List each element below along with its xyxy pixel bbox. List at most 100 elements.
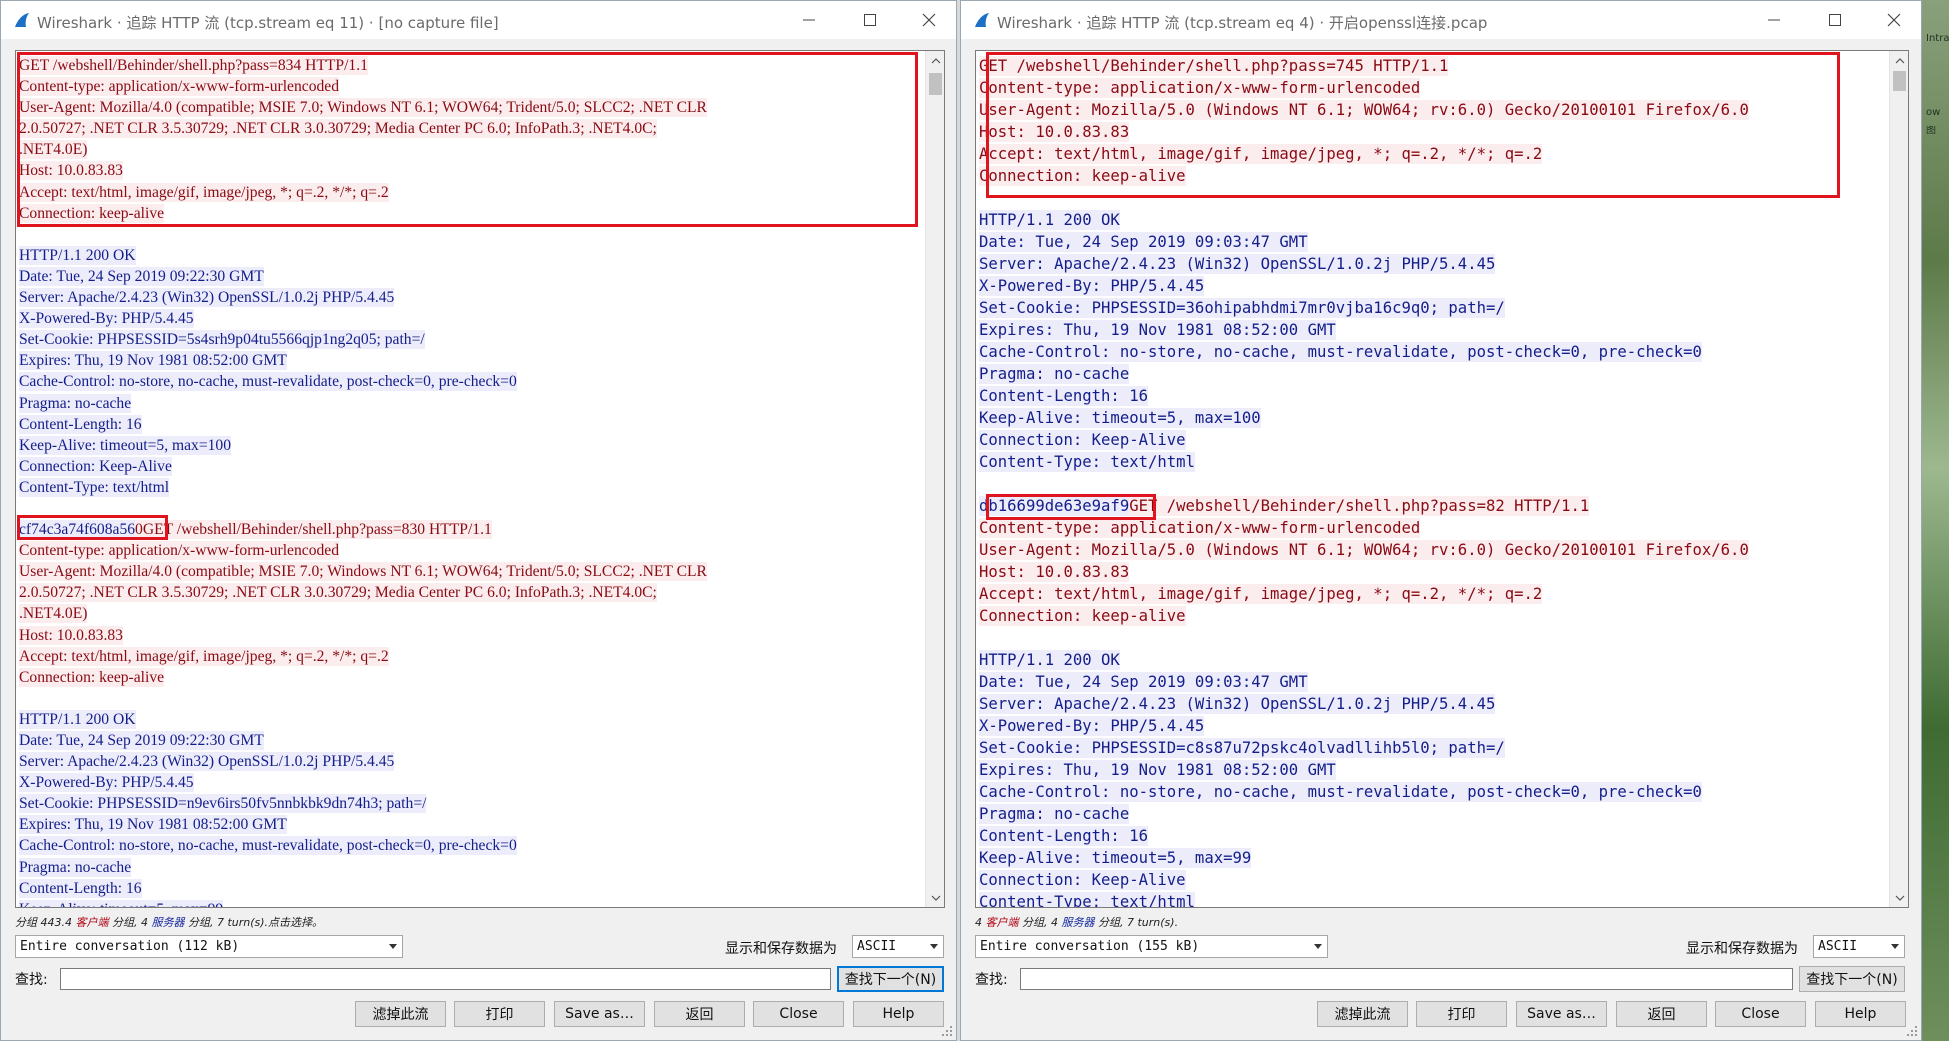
find-input[interactable] bbox=[1020, 968, 1793, 990]
scroll-thumb[interactable] bbox=[1893, 71, 1906, 91]
line-text: Connection: keep-alive bbox=[19, 203, 165, 223]
filter-out-button[interactable]: 滤掉此流 bbox=[1317, 1001, 1408, 1027]
line-text: HTTP/1.1 200 OK bbox=[19, 709, 136, 729]
client-line: Content-type: application/x-www-form-url… bbox=[19, 76, 922, 97]
filter-out-button[interactable]: 滤掉此流 bbox=[355, 1001, 446, 1027]
client-line: Accept: text/html, image/gif, image/jpeg… bbox=[979, 583, 1886, 605]
server-line: HTTP/1.1 200 OK bbox=[979, 649, 1886, 671]
server-line: Keep-Alive: timeout=5, max=100 bbox=[979, 407, 1886, 429]
client-line: User-Agent: Mozilla/5.0 (Windows NT 6.1;… bbox=[979, 99, 1886, 121]
line-text: Content-type: application/x-www-form-url… bbox=[19, 541, 340, 561]
server-line: Set-Cookie: PHPSESSID=36ohipabhdmi7mr0vj… bbox=[979, 297, 1886, 319]
close-icon bbox=[1887, 13, 1901, 27]
print-button[interactable]: 打印 bbox=[1416, 1001, 1507, 1027]
line-text: User-Agent: Mozilla/5.0 (Windows NT 6.1;… bbox=[979, 100, 1749, 120]
line-text: HTTP/1.1 200 OK bbox=[19, 245, 136, 265]
server-line: Content-Type: text/html bbox=[979, 451, 1886, 473]
close-button[interactable]: Close bbox=[1715, 1001, 1806, 1027]
server-line: Content-Type: text/html bbox=[19, 477, 922, 498]
minimize-button[interactable] bbox=[786, 1, 832, 39]
server-line: Set-Cookie: PHPSESSID=n9ev6irs50fv5nnbkb… bbox=[19, 793, 922, 814]
line-text: Pragma: no-cache bbox=[19, 857, 132, 877]
help-button[interactable]: Help bbox=[1815, 1001, 1906, 1027]
server-line: Set-Cookie: PHPSESSID=c8s87u72pskc4olvad… bbox=[979, 737, 1886, 759]
save-as-button[interactable]: Save as… bbox=[554, 1001, 645, 1027]
server-line: Content-Type: text/html bbox=[979, 891, 1886, 907]
client-line: Connection: keep-alive bbox=[979, 165, 1886, 187]
line-text: Accept: text/html, image/gif, image/jpeg… bbox=[979, 144, 1543, 164]
scroll-down-button[interactable] bbox=[926, 888, 944, 907]
maximize-icon bbox=[864, 14, 876, 26]
scroll-up-button[interactable] bbox=[1890, 51, 1908, 70]
server-data-fragment: db16699de63e9af9 bbox=[979, 496, 1130, 516]
server-line: Set-Cookie: PHPSESSID=5s4srh9p04tu5566qj… bbox=[19, 329, 922, 350]
line-text: Pragma: no-cache bbox=[19, 393, 132, 413]
line-text: Cache-Control: no-store, no-cache, must-… bbox=[979, 342, 1702, 362]
title-bar[interactable]: Wireshark · 追踪 HTTP 流 (tcp.stream eq 11)… bbox=[1, 1, 956, 39]
line-text: Expires: Thu, 19 Nov 1981 08:52:00 GMT bbox=[19, 351, 287, 371]
line-text: Cache-Control: no-store, no-cache, must-… bbox=[19, 836, 517, 856]
line-text: Connection: Keep-Alive bbox=[979, 870, 1186, 890]
client-line: Content-type: application/x-www-form-url… bbox=[979, 77, 1886, 99]
client-line: Host: 10.0.83.83 bbox=[19, 625, 922, 646]
server-line: X-Powered-By: PHP/5.4.45 bbox=[979, 715, 1886, 737]
server-line: Cache-Control: no-store, no-cache, must-… bbox=[979, 781, 1886, 803]
line-text: Server: Apache/2.4.23 (Win32) OpenSSL/1.… bbox=[19, 288, 395, 308]
scroll-down-button[interactable] bbox=[1890, 888, 1908, 907]
stream-content-area[interactable]: GET /webshell/Behinder/shell.php?pass=83… bbox=[15, 50, 945, 908]
line-text: Pragma: no-cache bbox=[979, 364, 1130, 384]
back-button[interactable]: 返回 bbox=[1616, 1001, 1707, 1027]
stream-lines: GET /webshell/Behinder/shell.php?pass=74… bbox=[979, 55, 1886, 907]
server-line: Connection: Keep-Alive bbox=[19, 456, 922, 477]
back-button[interactable]: 返回 bbox=[654, 1001, 745, 1027]
client-line: Connection: keep-alive bbox=[979, 605, 1886, 627]
vertical-scrollbar[interactable] bbox=[1889, 51, 1908, 907]
client-line: Accept: text/html, image/gif, image/jpeg… bbox=[19, 646, 922, 667]
maximize-button[interactable] bbox=[847, 1, 893, 39]
encoding-select[interactable]: ASCII bbox=[852, 935, 944, 958]
line-text: Server: Apache/2.4.23 (Win32) OpenSSL/1.… bbox=[979, 254, 1496, 274]
encoding-select[interactable]: ASCII bbox=[1813, 935, 1905, 958]
server-line: Server: Apache/2.4.23 (Win32) OpenSSL/1.… bbox=[19, 287, 922, 308]
help-button[interactable]: Help bbox=[853, 1001, 944, 1027]
maximize-button[interactable] bbox=[1812, 1, 1858, 39]
client-line: .NET4.0E) bbox=[19, 139, 922, 160]
vertical-scrollbar[interactable] bbox=[925, 51, 944, 907]
server-line: Pragma: no-cache bbox=[979, 803, 1886, 825]
scroll-thumb[interactable] bbox=[929, 73, 942, 95]
server-line: Cache-Control: no-store, no-cache, must-… bbox=[979, 341, 1886, 363]
window-title: Wireshark · 追踪 HTTP 流 (tcp.stream eq 11)… bbox=[37, 14, 499, 32]
server-line: Pragma: no-cache bbox=[979, 363, 1886, 385]
desktop-edge-text: ow bbox=[1926, 108, 1941, 118]
client-line: User-Agent: Mozilla/4.0 (compatible; MSI… bbox=[19, 561, 922, 582]
resize-grip-icon[interactable] bbox=[941, 1025, 953, 1037]
follow-stream-window-left: Wireshark · 追踪 HTTP 流 (tcp.stream eq 11)… bbox=[0, 0, 957, 1041]
save-as-button[interactable]: Save as… bbox=[1516, 1001, 1607, 1027]
line-text: X-Powered-By: PHP/5.4.45 bbox=[19, 309, 194, 329]
minimize-button[interactable] bbox=[1751, 1, 1797, 39]
resize-grip-icon[interactable] bbox=[1906, 1025, 1918, 1037]
server-line: HTTP/1.1 200 OK bbox=[19, 709, 922, 730]
line-text: Content-Type: text/html bbox=[979, 452, 1195, 472]
find-next-button[interactable]: 查找下一个(N) bbox=[837, 966, 944, 992]
server-line: Date: Tue, 24 Sep 2019 09:03:47 GMT bbox=[979, 671, 1886, 693]
server-line: X-Powered-By: PHP/5.4.45 bbox=[19, 772, 922, 793]
find-input[interactable] bbox=[60, 968, 831, 990]
find-next-button[interactable]: 查找下一个(N) bbox=[1799, 966, 1905, 992]
close-window-button[interactable] bbox=[906, 1, 952, 39]
line-text: Content-Type: text/html bbox=[979, 892, 1195, 907]
stream-content-area[interactable]: GET /webshell/Behinder/shell.php?pass=74… bbox=[975, 50, 1909, 908]
conversation-select[interactable]: Entire conversation (112 kB) bbox=[15, 935, 403, 958]
line-text: X-Powered-By: PHP/5.4.45 bbox=[979, 716, 1205, 736]
close-button[interactable]: Close bbox=[753, 1001, 844, 1027]
scroll-up-button[interactable] bbox=[926, 51, 944, 70]
dropdown-caret-icon bbox=[930, 944, 938, 949]
conversation-select[interactable]: Entire conversation (155 kB) bbox=[975, 935, 1328, 958]
server-line: Keep-Alive: timeout=5, max=99 bbox=[979, 847, 1886, 869]
print-button[interactable]: 打印 bbox=[454, 1001, 545, 1027]
close-window-button[interactable] bbox=[1871, 1, 1917, 39]
title-bar[interactable]: Wireshark · 追踪 HTTP 流 (tcp.stream eq 4) … bbox=[961, 1, 1921, 39]
show-save-label: 显示和保存数据为 bbox=[725, 941, 837, 957]
line-text: Content-Length: 16 bbox=[19, 878, 142, 898]
